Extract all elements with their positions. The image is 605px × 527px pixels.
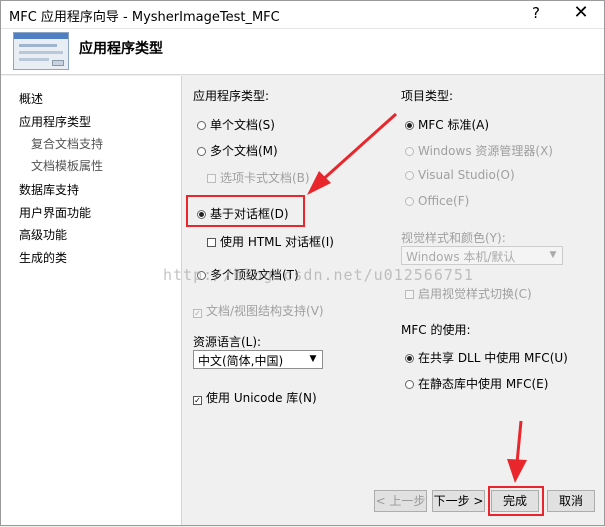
annotation-arrows [307,112,527,483]
arrow-line-2 [515,420,523,464]
arrow-head-2 [507,459,527,483]
wizard-window: MFC 应用程序向导 - MysherImageTest_MFC ? ✕ 应用程… [0,0,605,526]
arrow-line-1 [317,112,398,185]
